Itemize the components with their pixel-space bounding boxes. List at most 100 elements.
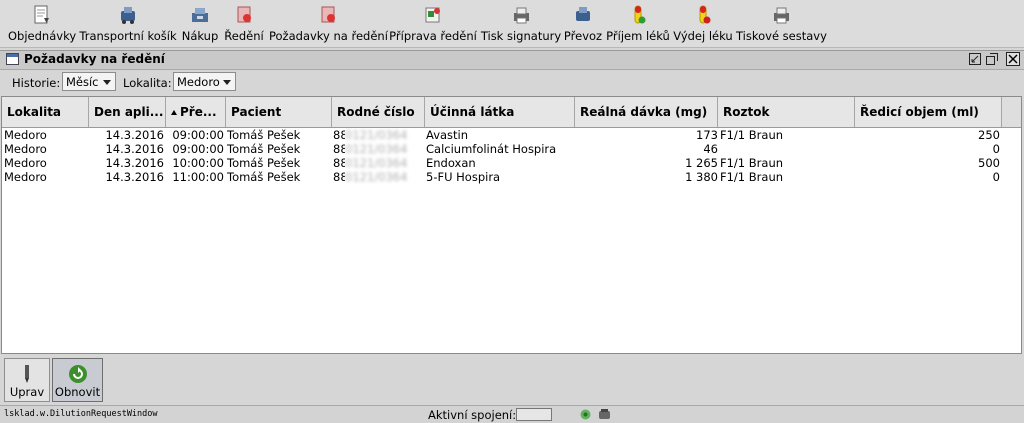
column-header-label: Lokalita xyxy=(7,105,62,119)
transfer-icon xyxy=(576,7,590,21)
status-bar: lsklad.w.DilutionRequestWindow Aktivní s… xyxy=(0,405,1024,423)
cell-rodne-cislo-prefix: 88 xyxy=(333,142,345,156)
active-connection-indicator xyxy=(516,408,552,421)
toolbar-purchase-button[interactable]: Nákup xyxy=(181,2,219,46)
toolbar-orders-button[interactable]: Objednávky xyxy=(8,2,76,46)
column-header-lokalita[interactable]: Lokalita xyxy=(2,97,89,127)
cell-rodne-cislo-redacted: 0121/0364 xyxy=(345,128,408,142)
column-header-label: Ředicí objem (ml) xyxy=(860,105,979,119)
cell-realna-davka: 173 xyxy=(696,128,718,142)
table-row[interactable]: Medoro 14.3.2016 11:00:00 Tomáš Pešek 88… xyxy=(2,170,1002,184)
main-toolbar: Objednávky Transportní košík Nákup Ředěn… xyxy=(0,0,1024,48)
location-label: Lokalita: xyxy=(123,76,172,90)
column-header-ucinna-latka[interactable]: Účinná látka xyxy=(425,97,575,127)
column-header-den-aplikace[interactable]: Den apli... xyxy=(89,97,166,127)
column-header-label: Účinná látka xyxy=(430,105,515,119)
cell-ucinna-latka: Calciumfolinát Hospira xyxy=(426,142,557,156)
column-header-roztok[interactable]: Roztok xyxy=(718,97,855,127)
cell-rodne-cislo-prefix: 88 xyxy=(333,128,345,142)
cell-lokalita: Medoro xyxy=(4,156,47,170)
dilution-requests-icon xyxy=(321,6,335,23)
cell-pacient: Tomáš Pešek xyxy=(227,156,301,170)
cell-ucinna-latka: Avastin xyxy=(426,128,469,142)
cell-cas: 11:00:00 xyxy=(172,170,224,184)
toolbar-drug-dispense-button[interactable]: Výdej léku xyxy=(673,2,733,46)
column-header-label: Roztok xyxy=(723,105,770,119)
cell-den-aplikace: 14.3.2016 xyxy=(105,170,164,184)
cell-cas: 09:00:00 xyxy=(172,142,224,156)
chevron-down-icon xyxy=(103,80,111,85)
print-signature-icon xyxy=(514,7,529,24)
cell-rodne-cislo-prefix: 88 xyxy=(333,170,345,184)
toolbar-dilution-button[interactable]: Ředění xyxy=(222,2,266,46)
minimize-icon[interactable] xyxy=(968,52,982,66)
history-select[interactable]: Měsíc xyxy=(62,72,116,91)
cell-cas: 09:00:00 xyxy=(172,128,224,142)
column-header-realna-davka[interactable]: Reálná dávka (mg) xyxy=(575,97,718,127)
table-row[interactable]: Medoro 14.3.2016 10:00:00 Tomáš Pešek 88… xyxy=(2,156,1002,170)
location-select[interactable]: Medoro xyxy=(173,72,236,91)
column-header-pacient[interactable]: Pacient xyxy=(226,97,332,127)
cell-rodne-cislo-redacted: 0121/0364 xyxy=(345,142,408,156)
cell-roztok: F1/1 Braun xyxy=(720,128,784,142)
purchase-icon xyxy=(192,8,208,22)
cell-lokalita: Medoro xyxy=(4,170,47,184)
cell-rodne-cislo-redacted: 0121/0364 xyxy=(345,170,408,184)
cell-redici-objem: 500 xyxy=(978,156,1000,170)
drug-dispense-icon xyxy=(699,5,711,24)
cell-ucinna-latka: Endoxan xyxy=(426,156,476,170)
cell-realna-davka: 1 265 xyxy=(685,156,718,170)
table-row[interactable]: Medoro 14.3.2016 09:00:00 Tomáš Pešek 88… xyxy=(2,128,1002,142)
cell-realna-davka: 46 xyxy=(703,142,718,156)
refresh-button[interactable]: Obnovit xyxy=(52,358,103,402)
toolbar-transport-cart-button[interactable]: Transportní košík xyxy=(78,2,178,46)
column-header-redici-objem[interactable]: Ředicí objem (ml) xyxy=(855,97,1002,127)
active-connection-label: Aktivní spojení: xyxy=(428,408,517,422)
cell-pacient: Tomáš Pešek xyxy=(227,128,301,142)
cell-den-aplikace: 14.3.2016 xyxy=(105,156,164,170)
location-select-value: Medoro xyxy=(177,75,220,89)
orders-icon xyxy=(34,5,49,24)
sort-ascending-icon xyxy=(171,110,177,115)
window-title-bar: Požadavky na ředění xyxy=(0,50,1024,70)
column-header-preparation-time[interactable]: Pře... xyxy=(166,97,226,127)
refresh-icon xyxy=(68,365,87,383)
cell-lokalita: Medoro xyxy=(4,128,47,142)
cell-ucinna-latka: 5-FU Hospira xyxy=(426,170,501,184)
action-bar: Uprav Obnovit xyxy=(0,356,1024,404)
column-header-label: Rodné číslo xyxy=(337,105,415,119)
dilution-requests-table: Lokalita Den apli... Pře... Pacient Rodn… xyxy=(1,96,1022,354)
history-select-value: Měsíc xyxy=(66,75,99,89)
column-header-rodne-cislo[interactable]: Rodné číslo xyxy=(332,97,425,127)
toolbar-dilution-requests-button[interactable]: Požadavky na ředění xyxy=(269,2,388,46)
toolbar-dilution-preparation-button[interactable]: Příprava ředění xyxy=(389,2,477,46)
cell-pacient: Tomáš Pešek xyxy=(227,142,301,156)
close-icon[interactable] xyxy=(1006,52,1020,66)
chevron-down-icon xyxy=(223,80,231,85)
toolbar-print-reports-button[interactable]: Tiskové sestavy xyxy=(736,2,827,46)
cell-rodne-cislo-redacted: 0121/0364 xyxy=(345,156,408,170)
cell-redici-objem: 250 xyxy=(978,128,1000,142)
pen-icon xyxy=(25,365,29,383)
cell-lokalita: Medoro xyxy=(4,142,47,156)
toolbar-transfer-button[interactable]: Převoz xyxy=(563,2,603,46)
filter-bar: Historie: Měsíc Lokalita: Medoro xyxy=(0,70,1024,94)
cell-redici-objem: 0 xyxy=(992,142,1000,156)
column-header-label: Den apli... xyxy=(94,105,164,119)
dilution-preparation-icon xyxy=(425,7,440,23)
restore-icon[interactable] xyxy=(985,52,999,66)
table-row[interactable]: Medoro 14.3.2016 09:00:00 Tomáš Pešek 88… xyxy=(2,142,1002,156)
transport-cart-icon xyxy=(121,7,135,24)
column-header-label: Pacient xyxy=(231,105,282,119)
toolbar-drug-receipt-button[interactable]: Příjem léků xyxy=(606,2,670,46)
window-class-name: lsklad.w.DilutionRequestWindow xyxy=(4,409,158,419)
cell-rodne-cislo-prefix: 88 xyxy=(333,156,345,170)
edit-button[interactable]: Uprav xyxy=(4,358,50,402)
column-header-filler xyxy=(1002,97,1021,127)
toolbar-print-signature-button[interactable]: Tisk signatury xyxy=(480,2,562,46)
cell-roztok: F1/1 Braun xyxy=(720,170,784,184)
cell-pacient: Tomáš Pešek xyxy=(227,170,301,184)
phone-icon xyxy=(599,409,610,419)
print-reports-icon xyxy=(774,7,789,24)
drug-receipt-icon xyxy=(634,5,646,24)
